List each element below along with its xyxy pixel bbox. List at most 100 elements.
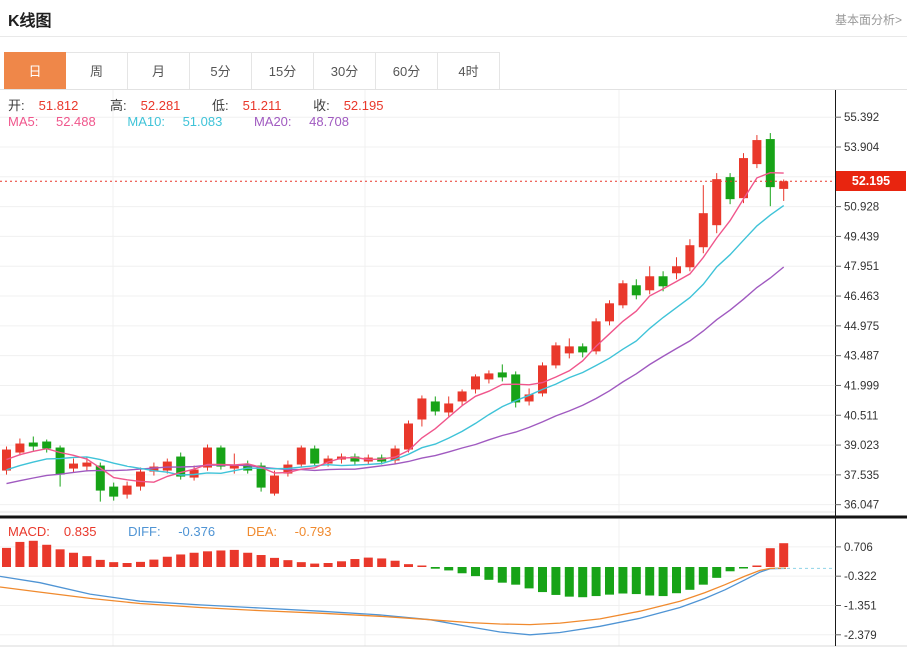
macd-bar	[324, 563, 333, 567]
candle-body	[15, 444, 24, 453]
macd-bar	[645, 567, 654, 596]
candle-body	[632, 285, 641, 295]
candle-body	[511, 374, 520, 402]
candle-body	[578, 346, 587, 352]
y-axis-label: -0.322	[844, 571, 877, 583]
chart-area: 55.39253.90450.92849.43947.95146.46344.9…	[0, 90, 907, 648]
candle-body	[752, 140, 761, 164]
candle-body	[2, 450, 11, 471]
macd-bar	[525, 567, 534, 588]
candle-body	[739, 158, 748, 198]
macd-bar	[270, 558, 279, 567]
macd-bar	[712, 567, 721, 578]
period-tab-5[interactable]: 30分	[314, 52, 376, 90]
candle-body	[270, 476, 279, 494]
macd-bar	[243, 553, 252, 567]
macd-bar	[2, 548, 11, 567]
macd-bar	[551, 567, 560, 595]
candle-body	[659, 276, 668, 286]
macd-bar	[297, 562, 306, 567]
page-header: K线图 基本面分析>	[0, 0, 907, 37]
y-axis-label: 49.439	[844, 231, 879, 243]
period-tab-6[interactable]: 60分	[376, 52, 438, 90]
macd-bar	[216, 550, 225, 567]
macd-bar	[337, 561, 346, 567]
period-tab-3[interactable]: 5分	[190, 52, 252, 90]
macd-bar	[618, 567, 627, 594]
macd-bar	[739, 567, 748, 569]
candle-body	[109, 487, 118, 497]
macd-bar	[391, 561, 400, 567]
candle-body	[498, 372, 507, 377]
macd-bar	[417, 566, 426, 568]
candle-body	[565, 346, 574, 353]
macd-bar	[565, 567, 574, 597]
y-axis-label: -2.379	[844, 630, 877, 642]
candle-body	[29, 443, 38, 447]
macd-bar	[511, 567, 520, 585]
candle-body	[404, 423, 413, 449]
macd-bar	[257, 555, 266, 567]
candle-body	[96, 466, 105, 491]
macd-bar	[310, 564, 319, 567]
candle-body	[297, 448, 306, 465]
y-axis-label: 37.535	[844, 470, 879, 482]
macd-bar	[404, 564, 413, 567]
candle-body	[618, 283, 627, 305]
period-tab-0[interactable]: 日	[4, 52, 66, 90]
candle-body	[605, 303, 614, 321]
candle-body	[471, 376, 480, 389]
candle-body	[726, 177, 735, 199]
y-axis-label: -1.351	[844, 601, 877, 613]
macd-bar	[176, 554, 185, 567]
ma10-line	[7, 206, 784, 475]
y-axis-label: 53.904	[844, 142, 880, 154]
candle-body	[699, 213, 708, 247]
kline-page: K线图 基本面分析> 日周月5分15分30分60分4时 55.39253.904…	[0, 0, 907, 648]
macd-bar	[699, 567, 708, 585]
kline-candlestick-chart[interactable]: 55.39253.90450.92849.43947.95146.46344.9…	[0, 90, 907, 648]
macd-bar	[149, 560, 158, 567]
y-axis-label: 50.928	[844, 202, 879, 214]
macd-bar	[230, 550, 239, 567]
macd-bar	[56, 549, 65, 567]
page-title: K线图	[8, 7, 52, 31]
candle-body	[645, 276, 654, 290]
macd-bar	[779, 543, 788, 567]
macd-bar	[766, 548, 775, 567]
candle-body	[672, 266, 681, 273]
candle-body	[458, 391, 467, 401]
macd-bar	[431, 567, 440, 569]
y-axis-label: 36.047	[844, 500, 879, 512]
y-axis-label: 47.951	[844, 261, 879, 273]
fundamental-analysis-link[interactable]: 基本面分析>	[835, 11, 902, 28]
candle-body	[766, 139, 775, 187]
period-tab-1[interactable]: 周	[66, 52, 128, 90]
macd-bar	[163, 557, 172, 567]
candle-body	[444, 403, 453, 412]
macd-bar	[136, 562, 145, 567]
period-tab-2[interactable]: 月	[128, 52, 190, 90]
candle-body	[82, 463, 91, 467]
macd-bar	[471, 567, 480, 576]
candle-body	[417, 398, 426, 419]
macd-bar	[498, 567, 507, 583]
candle-body	[123, 486, 132, 495]
macd-bar	[283, 560, 292, 567]
period-tab-4[interactable]: 15分	[252, 52, 314, 90]
macd-bar	[350, 559, 359, 567]
period-tab-7[interactable]: 4时	[438, 52, 500, 90]
macd-bar	[672, 567, 681, 593]
macd-bar	[444, 567, 453, 570]
macd-bar	[29, 541, 38, 567]
candle-body	[431, 401, 440, 411]
macd-bar	[685, 567, 694, 590]
y-axis-label: 43.487	[844, 351, 879, 363]
macd-bar	[659, 567, 668, 596]
macd-bar	[96, 560, 105, 567]
candle-body	[42, 442, 51, 449]
macd-bar	[69, 553, 78, 567]
macd-bar	[752, 566, 761, 568]
macd-bar	[190, 553, 199, 567]
candle-body	[136, 472, 145, 487]
